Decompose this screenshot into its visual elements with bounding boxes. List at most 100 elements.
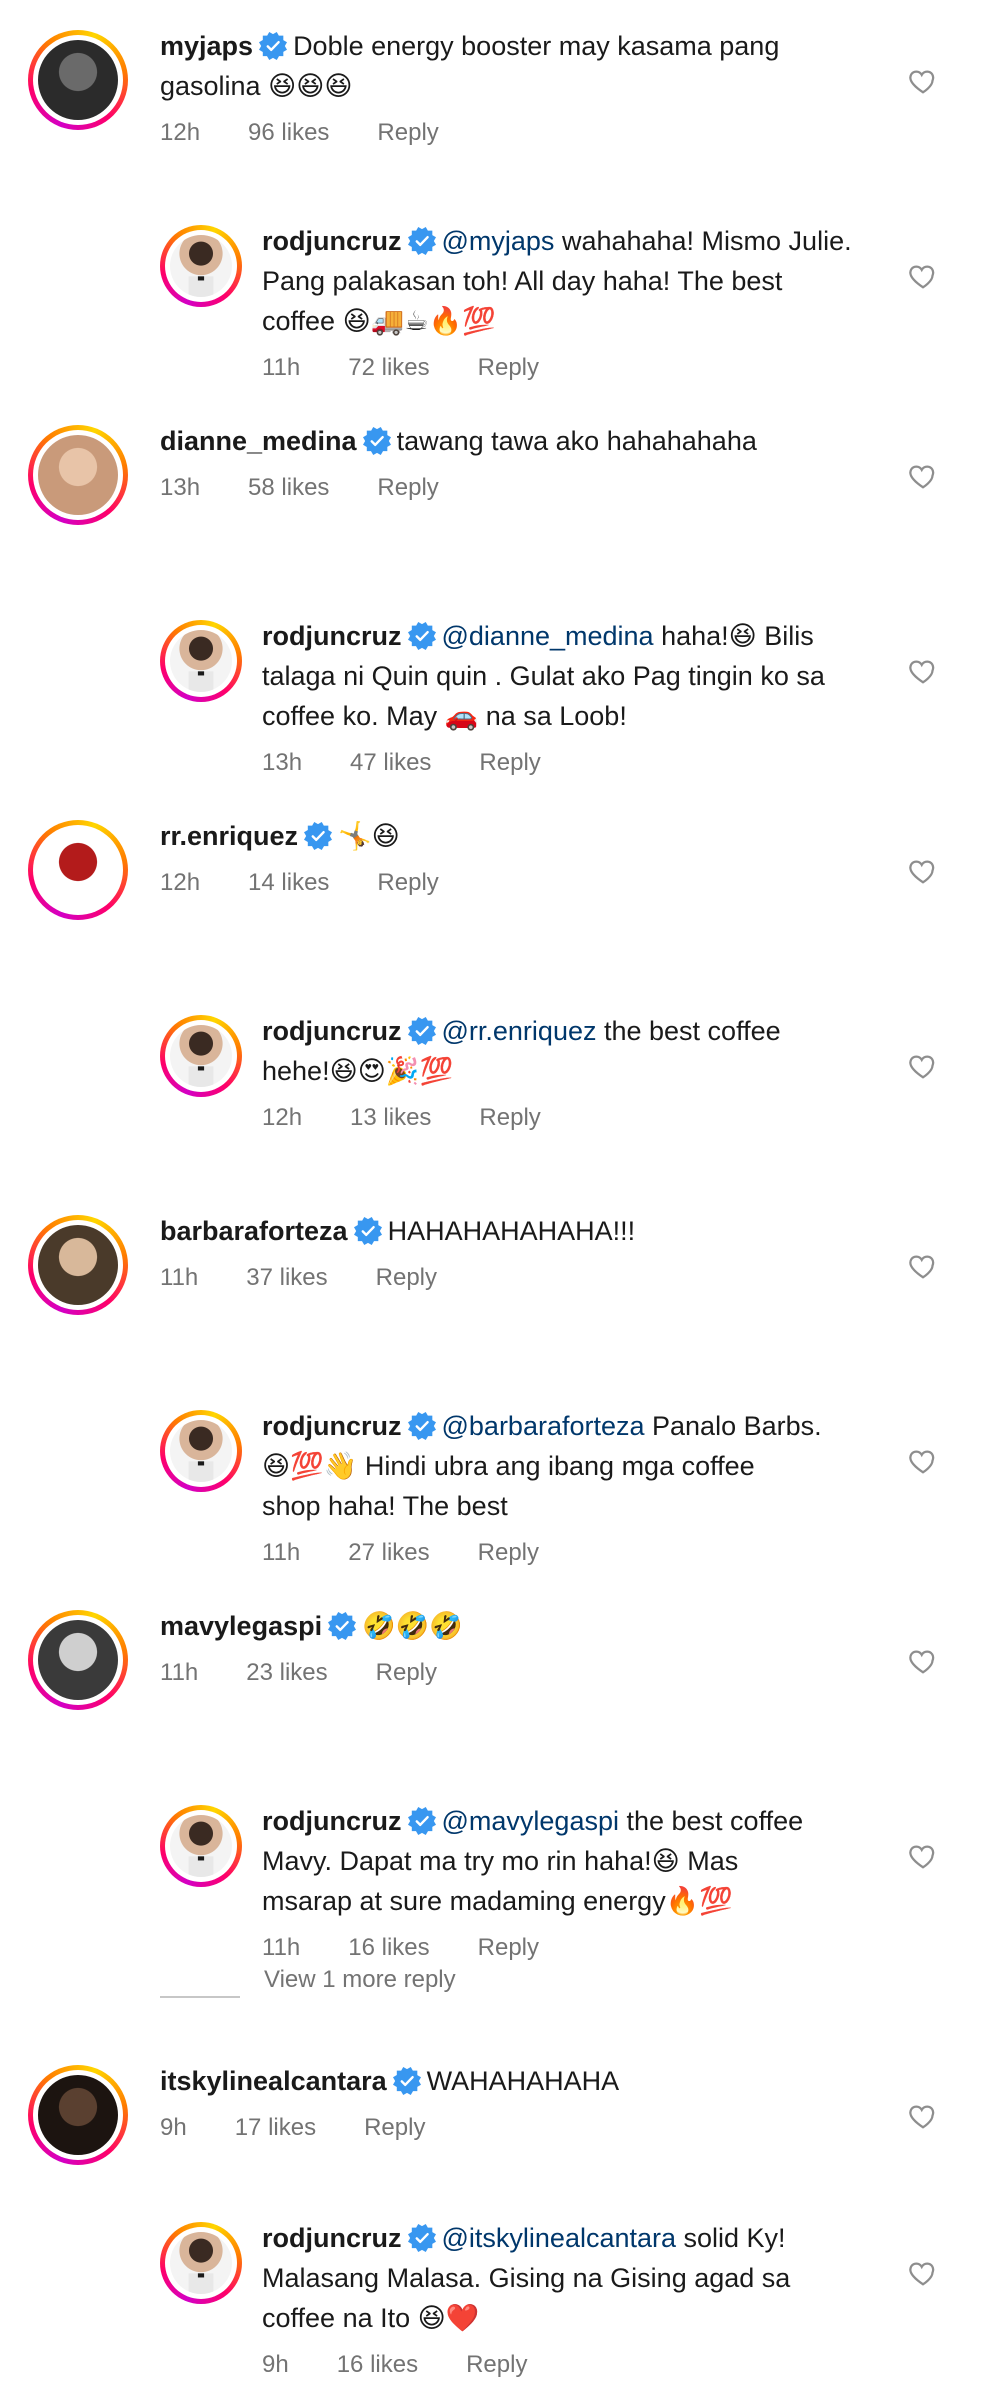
heart-outline-icon[interactable] xyxy=(908,656,940,688)
mention-link[interactable]: @mavylegaspi xyxy=(442,1806,619,1836)
comment-line: HAHAHAHAHAHA!!! xyxy=(387,1216,636,1246)
likes-count[interactable]: 16 likes xyxy=(337,2348,418,2382)
comment-line: 🤣🤣🤣 xyxy=(362,1611,463,1641)
username-link[interactable]: rodjuncruz xyxy=(262,2223,402,2253)
username-link[interactable]: rodjuncruz xyxy=(262,621,402,651)
comment-meta: 9h 16 likes Reply xyxy=(262,2348,902,2382)
comment-line: msarap at sure madaming energy🔥💯 xyxy=(262,1886,733,1916)
username-link[interactable]: rodjuncruz xyxy=(262,1411,402,1441)
comment-line: tawang tawa ako hahahahaha xyxy=(396,426,757,456)
username-link[interactable]: mavylegaspi xyxy=(160,1611,322,1641)
verified-badge-icon xyxy=(407,226,436,255)
heart-outline-icon[interactable] xyxy=(908,856,940,888)
heart-outline-icon[interactable] xyxy=(908,1841,940,1873)
username-link[interactable]: rodjuncruz xyxy=(262,1016,402,1046)
mention-link[interactable]: @rr.enriquez xyxy=(442,1016,597,1046)
reply-button[interactable]: Reply xyxy=(376,1656,437,1690)
username-link[interactable]: rodjuncruz xyxy=(262,1806,402,1836)
reply-button[interactable]: Reply xyxy=(478,1536,539,1570)
username-link[interactable]: myjaps xyxy=(160,31,253,61)
comment-meta: 12h 13 likes Reply xyxy=(262,1101,902,1135)
reply-button[interactable]: Reply xyxy=(377,866,438,900)
comment-line: WAHAHAHAHA xyxy=(426,2066,620,2096)
comment-text: rodjuncruz @barbaraforteza Panalo Barbs. 😆… xyxy=(262,1406,902,1526)
comment-text: rodjuncruz @dianne_medina haha!😆 Bilis tal… xyxy=(262,616,902,736)
heart-outline-icon[interactable] xyxy=(908,1446,940,1478)
view-more-label[interactable]: View 1 more reply xyxy=(264,1966,456,1994)
comment-meta: 11h 27 likes Reply xyxy=(262,1536,902,1570)
username-link[interactable]: rr.enriquez xyxy=(160,821,298,851)
user-avatar[interactable] xyxy=(28,820,128,920)
verified-badge-icon xyxy=(328,1611,357,1640)
user-avatar[interactable] xyxy=(160,225,242,307)
heart-outline-icon[interactable] xyxy=(908,461,940,493)
likes-count[interactable]: 13 likes xyxy=(350,1101,431,1135)
username-link[interactable]: itskylinealcantara xyxy=(160,2066,387,2096)
view-more-replies[interactable]: View 1 more reply xyxy=(160,1966,456,2010)
comment-line: Malasang Malasa. Gising na Gising agad s… xyxy=(262,2263,791,2293)
user-avatar[interactable] xyxy=(28,425,128,525)
reply-button[interactable]: Reply xyxy=(377,471,438,505)
comment-text: rodjuncruz @myjaps wahahaha! Mismo Julie.… xyxy=(262,221,902,341)
user-avatar[interactable] xyxy=(160,1805,242,1887)
user-avatar[interactable] xyxy=(28,30,128,130)
comment-text: rodjuncruz @rr.enriquez the best coffee he… xyxy=(262,1011,902,1091)
likes-count[interactable]: 27 likes xyxy=(348,1536,429,1570)
mention-link[interactable]: @myjaps xyxy=(442,226,555,256)
heart-outline-icon[interactable] xyxy=(908,2101,940,2133)
username-link[interactable]: dianne_medina xyxy=(160,426,357,456)
reply-button[interactable]: Reply xyxy=(364,2111,425,2145)
heart-outline-icon[interactable] xyxy=(908,66,940,98)
reply-button[interactable]: Reply xyxy=(479,1101,540,1135)
likes-count[interactable]: 14 likes xyxy=(248,866,329,900)
profile-photo xyxy=(170,630,232,692)
reply-button[interactable]: Reply xyxy=(479,746,540,780)
heart-outline-icon[interactable] xyxy=(908,1051,940,1083)
reply-button[interactable]: Reply xyxy=(466,2348,527,2382)
comment-text: itskylinealcantara WAHAHAHAHA xyxy=(160,2061,880,2101)
comment-meta: 9h 17 likes Reply xyxy=(160,2111,880,2145)
user-avatar[interactable] xyxy=(160,1015,242,1097)
comment-meta: 13h 47 likes Reply xyxy=(262,746,902,780)
likes-count[interactable]: 16 likes xyxy=(348,1931,429,1965)
likes-count[interactable]: 37 likes xyxy=(246,1261,327,1295)
heart-outline-icon[interactable] xyxy=(908,1646,940,1678)
profile-photo xyxy=(170,1815,232,1877)
comment-line: the best coffee xyxy=(596,1016,781,1046)
mention-link[interactable]: @dianne_medina xyxy=(442,621,654,651)
reply-button[interactable]: Reply xyxy=(478,351,539,385)
mention-link[interactable]: @barbaraforteza xyxy=(442,1411,645,1441)
username-link[interactable]: rodjuncruz xyxy=(262,226,402,256)
heart-outline-icon[interactable] xyxy=(908,1251,940,1283)
user-avatar[interactable] xyxy=(160,620,242,702)
likes-count[interactable]: 23 likes xyxy=(246,1656,327,1690)
comment-line: coffee na Ito 😆❤️ xyxy=(262,2303,480,2333)
username-link[interactable]: barbaraforteza xyxy=(160,1216,348,1246)
comment-text: rodjuncruz @mavylegaspi the best coffee Ma… xyxy=(262,1801,902,1921)
heart-outline-icon[interactable] xyxy=(908,261,940,293)
user-avatar[interactable] xyxy=(160,1410,242,1492)
reply-button[interactable]: Reply xyxy=(377,116,438,150)
likes-count[interactable]: 58 likes xyxy=(248,471,329,505)
likes-count[interactable]: 17 likes xyxy=(235,2111,316,2145)
profile-photo xyxy=(38,1225,118,1305)
comment-line: Doble energy booster may kasama pang xyxy=(293,31,780,61)
comment-meta: 11h 37 likes Reply xyxy=(160,1261,880,1295)
timestamp: 11h xyxy=(262,354,301,381)
user-avatar[interactable] xyxy=(28,2065,128,2165)
reply-button[interactable]: Reply xyxy=(478,1931,539,1965)
mention-link[interactable]: @itskylinealcantara xyxy=(442,2223,677,2253)
heart-outline-icon[interactable] xyxy=(908,2258,940,2290)
reply-button[interactable]: Reply xyxy=(376,1261,437,1295)
timestamp: 12h xyxy=(160,119,201,146)
likes-count[interactable]: 96 likes xyxy=(248,116,329,150)
user-avatar[interactable] xyxy=(28,1215,128,1315)
likes-count[interactable]: 47 likes xyxy=(350,746,431,780)
profile-photo xyxy=(38,435,118,515)
user-avatar[interactable] xyxy=(28,1610,128,1710)
comment-line: coffee ko. May 🚗 na sa Loob! xyxy=(262,701,627,731)
verified-badge-icon xyxy=(407,621,436,650)
user-avatar[interactable] xyxy=(160,2222,242,2304)
likes-count[interactable]: 72 likes xyxy=(348,351,429,385)
comment-line: coffee 😆🚚☕🔥💯 xyxy=(262,306,496,336)
